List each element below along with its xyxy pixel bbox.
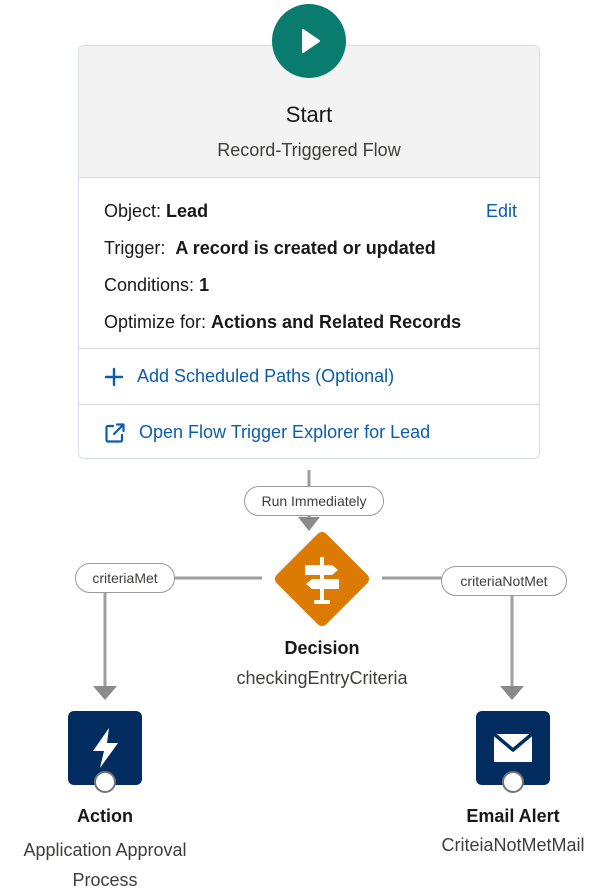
- start-title: Start: [285, 102, 333, 127]
- add-scheduled-paths-label: Add Scheduled Paths (Optional): [137, 366, 395, 386]
- action-name: Application Approval Process: [23, 840, 187, 890]
- email-alert-name: CriteiaNotMetMail: [441, 835, 585, 855]
- right-branch-arrowhead: [500, 686, 524, 700]
- object-row: Object: Lead: [104, 201, 208, 222]
- lightning-bolt-icon: [93, 728, 118, 768]
- email-alert-connector-dot[interactable]: [502, 771, 524, 793]
- optimize-row: Optimize for: Actions and Related Record…: [104, 312, 461, 333]
- new-window-icon: [105, 422, 125, 443]
- conditions-row: Conditions: 1: [104, 275, 209, 296]
- conditions-value: 1: [199, 275, 210, 295]
- trigger-value: A record is created or updated: [175, 238, 436, 258]
- optimize-label: Optimize for:: [104, 312, 207, 332]
- trigger-label: Trigger:: [104, 238, 166, 258]
- action-connector-dot[interactable]: [94, 771, 116, 793]
- object-value: Lead: [166, 201, 209, 221]
- criteria-met-connector-label[interactable]: criteriaMet: [75, 563, 175, 593]
- start-subtitle: Record-Triggered Flow: [217, 140, 401, 160]
- open-trigger-explorer-link[interactable]: Open Flow Trigger Explorer for Lead: [104, 405, 529, 458]
- trigger-row: Trigger: A record is created or updated: [104, 238, 436, 259]
- play-icon: [302, 29, 320, 53]
- envelope-icon: [492, 732, 534, 762]
- open-trigger-explorer-label: Open Flow Trigger Explorer for Lead: [139, 422, 431, 442]
- start-details: Object: Lead Edit Trigger: A record is c…: [104, 177, 517, 348]
- decision-name: checkingEntryCriteria: [236, 668, 408, 688]
- criteria-not-met-connector-label[interactable]: criteriaNotMet: [441, 566, 567, 596]
- decision-node-icon[interactable]: [272, 529, 372, 629]
- optimize-value: Actions and Related Records: [211, 312, 462, 332]
- start-element-card[interactable]: Start Record-Triggered Flow Object: Lead…: [78, 45, 540, 459]
- run-immediately-connector-label[interactable]: Run Immediately: [244, 486, 384, 516]
- object-label: Object:: [104, 201, 162, 221]
- edit-link[interactable]: Edit: [486, 201, 517, 222]
- email-alert-type-label: Email Alert: [466, 806, 560, 826]
- add-scheduled-paths-link[interactable]: Add Scheduled Paths (Optional): [104, 349, 529, 404]
- left-branch-arrowhead: [93, 686, 117, 700]
- conditions-label: Conditions:: [104, 275, 195, 295]
- action-type-label: Action: [77, 806, 133, 826]
- decision-type-label: Decision: [284, 638, 360, 658]
- plus-icon: [104, 367, 124, 386]
- start-play-button[interactable]: [272, 4, 346, 78]
